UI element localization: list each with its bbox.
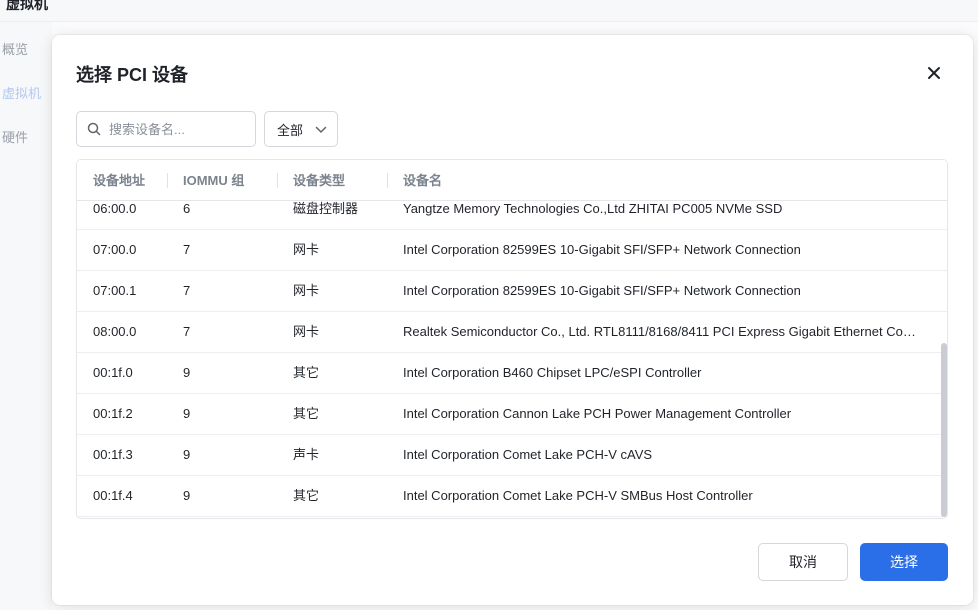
table-row[interactable]: 00:1f.3 9 声卡 Intel Corporation Comet Lake P… [77, 435, 947, 476]
chevron-down-icon [315, 126, 327, 133]
cell-address: 00:1f.0 [93, 365, 133, 380]
cell-device-name: Intel Corporation B460 Chipset LPC/eSPI … [403, 365, 702, 380]
device-type-filter[interactable]: 全部 [264, 111, 338, 147]
app-topbar: 虚拟机 [0, 0, 978, 22]
cell-iommu-group: 9 [183, 365, 191, 380]
cell-device-name: Intel Corporation Comet Lake PCH-V cAVS [403, 447, 653, 462]
cancel-button[interactable]: 取消 [758, 543, 848, 581]
pci-device-table: 设备地址 IOMMU 组 设备类型 设备名 06:00.0 6 磁盘控制器 Yangt… [76, 159, 948, 519]
search-icon [87, 122, 101, 136]
column-divider [387, 173, 388, 188]
table-row[interactable]: 00:1f.0 9 其它 Intel Corporation B460 Chipset… [77, 353, 947, 394]
cell-iommu-group: 9 [183, 447, 191, 462]
cell-device-type: 网卡 [293, 283, 320, 298]
table-row[interactable]: 07:00.0 7 网卡 Intel Corporation 82599ES 10-G… [77, 230, 947, 271]
sidebar-item-vm[interactable]: 虚拟机 [2, 83, 41, 102]
window-title: 虚拟机 [6, 0, 48, 12]
column-header-iommu[interactable]: IOMMU 组 [183, 160, 244, 201]
table-row[interactable]: 07:00.1 7 网卡 Intel Corporation 82599ES 10-G… [77, 271, 947, 312]
cell-address: 00:1f.3 [93, 447, 133, 462]
table-row[interactable]: 00:1f.4 9 其它 Intel Corporation Comet Lake P… [77, 476, 947, 517]
cell-device-name: Intel Corporation 82599ES 10-Gigabit SFI… [403, 242, 801, 257]
cell-device-name: Yangtze Memory Technologies Co.,Ltd ZHIT… [403, 201, 783, 216]
cell-iommu-group: 9 [183, 488, 191, 503]
sidebar: 概览 虚拟机 硬件 [0, 22, 52, 610]
column-header-type[interactable]: 设备类型 [293, 160, 345, 201]
filter-selected-value: 全部 [277, 122, 304, 138]
cell-device-type: 声卡 [293, 447, 320, 462]
cell-address: 07:00.0 [93, 242, 137, 257]
table-row[interactable]: 08:00.0 7 网卡 Realtek Semiconductor Co., Ltd… [77, 312, 947, 353]
cell-address: 00:1f.2 [93, 406, 133, 421]
select-pci-device-dialog: 选择 PCI 设备 全部 设备地址 IOMMU 组 设备类型 设备名 06:00… [52, 35, 973, 605]
cell-address: 00:1f.4 [93, 488, 133, 503]
cell-device-name: Intel Corporation 82599ES 10-Gigabit SFI… [403, 283, 801, 298]
cell-device-type: 网卡 [293, 324, 320, 339]
cell-device-type: 磁盘控制器 [293, 201, 359, 216]
table-scrollbar[interactable] [941, 343, 947, 517]
cell-device-type: 其它 [293, 365, 320, 380]
select-button[interactable]: 选择 [860, 543, 948, 581]
column-divider [277, 173, 278, 188]
cell-iommu-group: 7 [183, 324, 191, 339]
cell-iommu-group: 7 [183, 242, 191, 257]
cell-iommu-group: 9 [183, 406, 191, 421]
sidebar-item-hardware[interactable]: 硬件 [2, 127, 28, 146]
column-divider [167, 173, 168, 188]
table-body: 06:00.0 6 磁盘控制器 Yangtze Memory Technologies… [77, 201, 947, 518]
cell-device-type: 其它 [293, 406, 320, 421]
table-row[interactable]: 00:1f.2 9 其它 Intel Corporation Cannon Lake … [77, 394, 947, 435]
search-input[interactable] [109, 121, 249, 137]
table-header: 设备地址 IOMMU 组 设备类型 设备名 [77, 160, 947, 201]
dialog-title: 选择 PCI 设备 [76, 65, 189, 85]
cell-iommu-group: 6 [183, 201, 191, 216]
close-icon[interactable] [925, 64, 943, 82]
cell-address: 06:00.0 [93, 201, 137, 216]
cell-device-name: Realtek Semiconductor Co., Ltd. RTL8111/… [403, 324, 921, 339]
cell-device-type: 网卡 [293, 242, 320, 257]
cell-address: 07:00.1 [93, 283, 137, 298]
cell-device-name: Intel Corporation Comet Lake PCH-V SMBus… [403, 488, 753, 503]
sidebar-item-overview[interactable]: 概览 [2, 39, 28, 58]
table-row[interactable]: 06:00.0 6 磁盘控制器 Yangtze Memory Technologies… [77, 201, 947, 230]
cell-device-type: 其它 [293, 488, 320, 503]
cell-iommu-group: 7 [183, 283, 191, 298]
column-header-address[interactable]: 设备地址 [93, 160, 145, 201]
column-header-name[interactable]: 设备名 [403, 160, 442, 201]
cell-address: 08:00.0 [93, 324, 137, 339]
search-box[interactable] [76, 111, 256, 147]
cell-device-name: Intel Corporation Cannon Lake PCH Power … [403, 406, 792, 421]
